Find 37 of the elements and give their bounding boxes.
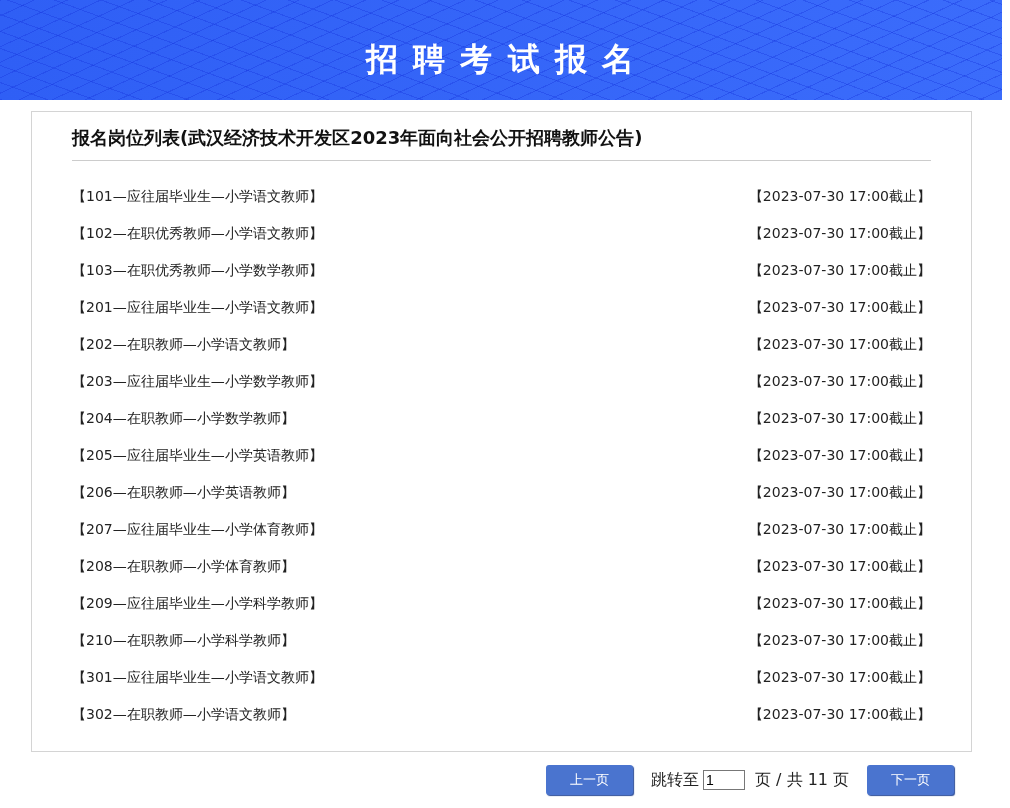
banner-title: 招 聘 考 试 报 名 [366,39,636,80]
position-link[interactable]: 【301—应往届毕业生—小学语文教师】 [72,668,323,687]
position-link[interactable]: 【103—在职优秀教师—小学数学教师】 [72,261,323,280]
deadline-text: 【2023-07-30 17:00截止】 [748,335,931,354]
position-link[interactable]: 【209—应往届毕业生—小学科学教师】 [72,594,323,613]
position-link[interactable]: 【201—应往届毕业生—小学语文教师】 [72,298,323,317]
position-link[interactable]: 【202—在职教师—小学语文教师】 [72,335,295,354]
position-link[interactable]: 【206—在职教师—小学英语教师】 [72,483,295,502]
list-title: 报名岗位列表(武汉经济技术开发区2023年面向社会公开招聘教师公告) [72,126,931,161]
jump-label: 跳转至 [651,769,699,791]
deadline-text: 【2023-07-30 17:00截止】 [748,668,931,687]
deadline-text: 【2023-07-30 17:00截止】 [748,594,931,613]
position-link[interactable]: 【208—在职教师—小学体育教师】 [72,557,295,576]
position-link[interactable]: 【203—应往届毕业生—小学数学教师】 [72,372,323,391]
deadline-text: 【2023-07-30 17:00截止】 [748,705,931,724]
position-link[interactable]: 【210—在职教师—小学科学教师】 [72,631,295,650]
position-link[interactable]: 【204—在职教师—小学数学教师】 [72,409,295,428]
deadline-text: 【2023-07-30 17:00截止】 [748,261,931,280]
deadline-text: 【2023-07-30 17:00截止】 [748,298,931,317]
deadline-text: 【2023-07-30 17:00截止】 [748,557,931,576]
page-total: 页 / 共 11 页 [755,769,850,791]
position-link[interactable]: 【207—应往届毕业生—小学体育教师】 [72,520,323,539]
position-link[interactable]: 【102—在职优秀教师—小学语文教师】 [72,224,323,243]
position-link[interactable]: 【302—在职教师—小学语文教师】 [72,705,295,724]
next-page-button[interactable]: 下一页 [867,765,955,795]
position-link[interactable]: 【205—应往届毕业生—小学英语教师】 [72,446,323,465]
deadline-text: 【2023-07-30 17:00截止】 [748,409,931,428]
deadline-text: 【2023-07-30 17:00截止】 [748,187,931,206]
position-link[interactable]: 【101—应往届毕业生—小学语文教师】 [72,187,323,206]
deadline-text: 【2023-07-30 17:00截止】 [748,520,931,539]
deadline-text: 【2023-07-30 17:00截止】 [748,224,931,243]
deadline-text: 【2023-07-30 17:00截止】 [748,631,931,650]
deadline-text: 【2023-07-30 17:00截止】 [748,372,931,391]
deadline-text: 【2023-07-30 17:00截止】 [748,446,931,465]
prev-page-button[interactable]: 上一页 [546,765,633,795]
deadline-text: 【2023-07-30 17:00截止】 [748,483,931,502]
page-input[interactable]: 1 [703,770,745,790]
